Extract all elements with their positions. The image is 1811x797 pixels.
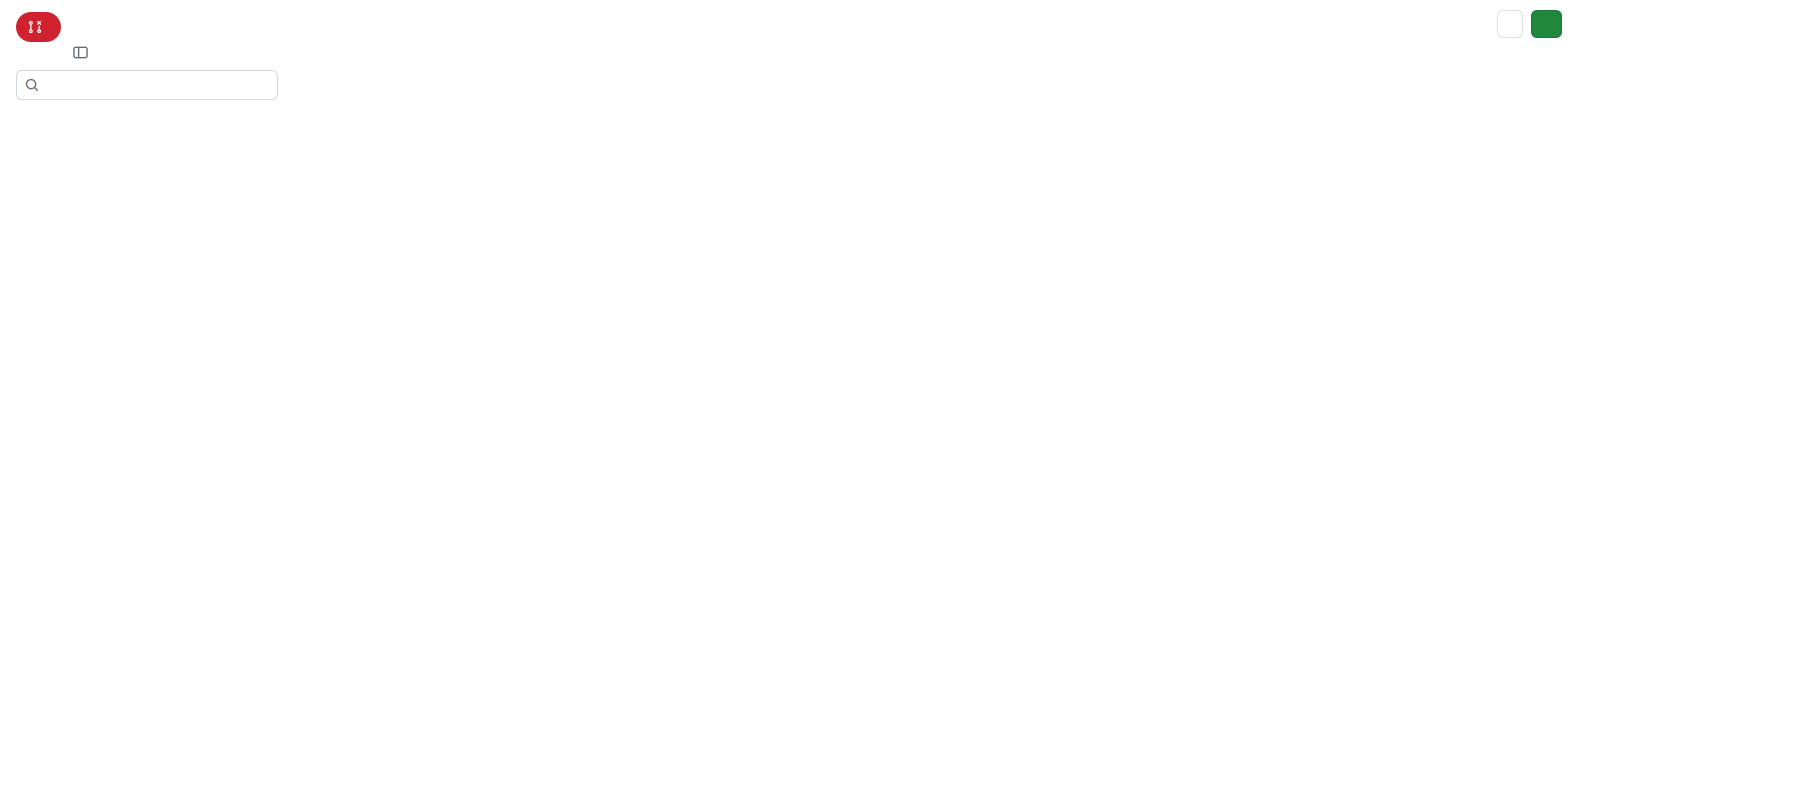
pr-closed-icon	[28, 20, 42, 34]
search-icon	[25, 78, 39, 92]
pr-title	[73, 16, 78, 33]
sidebar-panel-icon	[73, 45, 88, 60]
pr-header	[8, 8, 1570, 68]
file-tree-sidebar	[8, 68, 300, 112]
review-changes-button[interactable]	[1531, 10, 1562, 38]
review-in-codespace-button[interactable]	[1497, 10, 1523, 38]
diffs-panel	[300, 68, 1570, 70]
pr-status-badge	[16, 12, 61, 42]
sidebar-toggle-button[interactable]	[73, 45, 88, 60]
filter-files-input[interactable]	[16, 70, 278, 100]
page	[0, 0, 1578, 112]
